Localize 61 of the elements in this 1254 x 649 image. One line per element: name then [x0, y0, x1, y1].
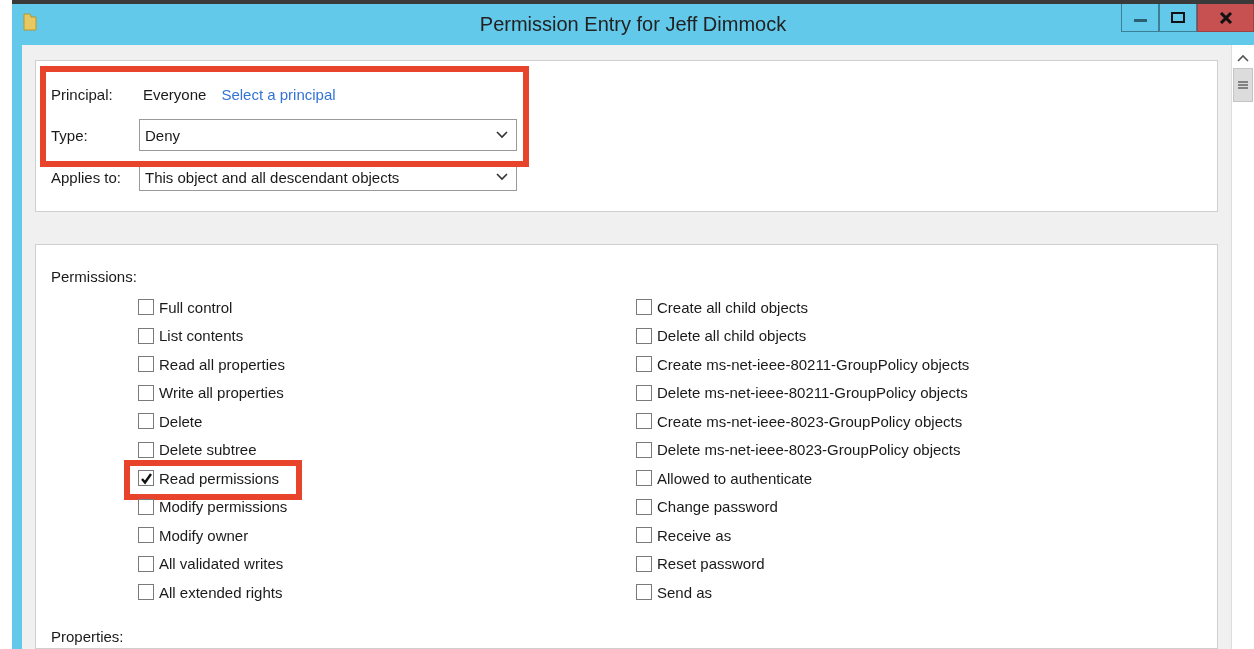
type-dropdown[interactable]: Deny: [139, 119, 517, 151]
permission-label: Modify permissions: [159, 498, 288, 516]
scroll-thumb[interactable]: [1233, 68, 1253, 102]
checkbox[interactable]: [636, 470, 652, 487]
permission-label: Write all properties: [159, 384, 284, 402]
checkbox[interactable]: [138, 299, 154, 316]
properties-label: Properties:: [51, 627, 125, 645]
permission-label: Delete: [159, 412, 203, 430]
checkbox[interactable]: [138, 470, 154, 487]
caret-icon: [496, 131, 508, 139]
permission-label: Allowed to authenticate: [657, 469, 813, 487]
checkbox[interactable]: [636, 527, 652, 544]
permission-label: Create ms-net-ieee-8023-GroupPolicy objects: [657, 412, 963, 430]
checkbox[interactable]: [636, 299, 652, 316]
permissions-label: Permissions:: [51, 268, 138, 285]
checkbox[interactable]: [636, 555, 652, 572]
checkbox[interactable]: [138, 441, 154, 458]
checkbox[interactable]: [138, 384, 154, 401]
permission-label: Modify owner: [159, 526, 249, 544]
checkbox[interactable]: [138, 356, 154, 373]
permission-label: Receive as: [657, 526, 732, 544]
close-button[interactable]: [1197, 4, 1254, 32]
checkbox[interactable]: [138, 527, 154, 544]
permission-label: Read permissions: [159, 469, 280, 487]
checkbox[interactable]: [636, 327, 652, 344]
maximize-button[interactable]: [1159, 4, 1197, 32]
permission-label: Delete subtree: [159, 441, 257, 459]
scroll-up-icon[interactable]: [1237, 54, 1249, 62]
select-principal-link[interactable]: Select a principal: [221, 85, 336, 103]
permission-label: Read all properties: [159, 355, 285, 373]
checkbox[interactable]: [636, 413, 652, 430]
checkbox[interactable]: [138, 327, 154, 344]
permission-label: All extended rights: [159, 583, 283, 601]
folder-icon: [22, 12, 38, 32]
principal-value: Everyone: [143, 85, 207, 103]
caret-icon: [496, 173, 508, 181]
checkbox[interactable]: [138, 555, 154, 572]
permission-label: Delete ms-net-ieee-8023-GroupPolicy objects: [657, 441, 961, 459]
type-label: Type:: [51, 126, 89, 144]
checkbox[interactable]: [138, 584, 154, 601]
permission-label: List contents: [159, 327, 244, 345]
checkbox[interactable]: [636, 356, 652, 373]
permission-label: Delete all child objects: [657, 327, 807, 345]
checkbox[interactable]: [138, 413, 154, 430]
permission-label: Change password: [657, 498, 778, 516]
permission-label: Reset password: [657, 555, 765, 573]
permission-label: Create all child objects: [657, 298, 808, 316]
permission-label: Delete ms-net-ieee-80211-GroupPolicy objects: [657, 384, 968, 402]
permission-label: Full control: [159, 298, 233, 316]
checkbox[interactable]: [636, 584, 652, 601]
checkbox[interactable]: [636, 498, 652, 515]
applies-to-label: Applies to:: [51, 168, 123, 186]
window-title: Permission Entry for Jeff Dimmock: [479, 13, 787, 36]
checkbox[interactable]: [636, 384, 652, 401]
minimize-button[interactable]: [1121, 4, 1159, 32]
checkbox[interactable]: [636, 441, 652, 458]
permission-label: All validated writes: [159, 555, 284, 573]
permission-label: Send as: [657, 583, 713, 601]
close-icon: [1218, 11, 1233, 24]
principal-label: Principal:: [51, 85, 114, 103]
permission-label: Create ms-net-ieee-80211-GroupPolicy objects: [657, 355, 970, 373]
